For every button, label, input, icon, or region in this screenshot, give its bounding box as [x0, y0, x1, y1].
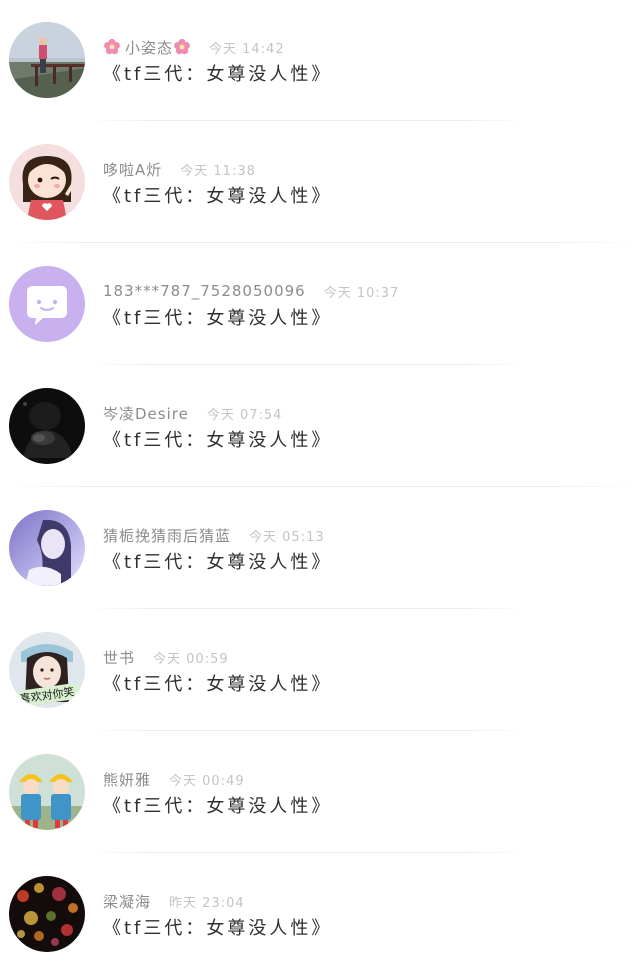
comment-text: 《tf三代：女尊没人性》	[103, 308, 333, 329]
comment-text: 《tf三代：女尊没人性》	[103, 552, 333, 573]
comment-time: 今天 14:42	[209, 41, 285, 57]
avatar[interactable]	[9, 22, 85, 98]
comment-meta: 猜栀挽猜雨后猜蓝 今天 05:13	[103, 524, 325, 546]
comment-meta: 梁凝海 昨天 23:04	[103, 890, 245, 912]
user-name[interactable]: 哆啦A炘	[103, 159, 162, 180]
divider	[0, 242, 640, 243]
comment-item[interactable]: 小姿态 今天 14:42 《tf三代：女尊没人性》	[0, 0, 640, 122]
comment-time: 昨天 23:04	[169, 895, 245, 911]
comment-time: 今天 11:38	[180, 163, 256, 179]
divider	[88, 120, 528, 121]
comment-item[interactable]: 183***787_7528050096 今天 10:37 《tf三代：女尊没人…	[0, 244, 640, 366]
avatar[interactable]	[9, 388, 85, 464]
comment-time: 今天 00:49	[169, 773, 245, 789]
comment-meta: 183***787_7528050096 今天 10:37	[103, 280, 399, 302]
avatar[interactable]	[9, 754, 85, 830]
comment-meta: 熊妍雅 今天 00:49	[103, 768, 245, 790]
divider	[88, 730, 528, 731]
divider	[88, 364, 528, 365]
user-name[interactable]: 183***787_7528050096	[103, 282, 306, 300]
comment-item[interactable]: 熊妍雅 今天 00:49 《tf三代：女尊没人性》	[0, 732, 640, 854]
divider	[0, 486, 640, 487]
user-name[interactable]: 猜栀挽猜雨后猜蓝	[103, 525, 231, 546]
avatar[interactable]	[9, 266, 85, 342]
user-name[interactable]: 世书	[103, 647, 135, 668]
comment-text: 《tf三代：女尊没人性》	[103, 674, 333, 695]
comment-text: 《tf三代：女尊没人性》	[103, 918, 333, 939]
avatar[interactable]	[9, 510, 85, 586]
comment-text: 《tf三代：女尊没人性》	[103, 64, 333, 85]
user-name[interactable]: 小姿态	[125, 37, 173, 58]
comment-list: 小姿态 今天 14:42 《tf三代：女尊没人性》 哆啦A炘 今天 11:38 …	[0, 0, 640, 977]
comment-meta: 小姿态 今天 14:42	[103, 36, 285, 58]
user-name[interactable]: 熊妍雅	[103, 769, 151, 790]
comment-text: 《tf三代：女尊没人性》	[103, 186, 333, 207]
comment-time: 今天 00:59	[153, 651, 229, 667]
avatar[interactable]	[9, 144, 85, 220]
avatar[interactable]: 喜欢对你笑	[9, 632, 85, 708]
flower-icon	[103, 38, 121, 56]
comment-time: 今天 05:13	[249, 529, 325, 545]
comment-meta: 世书 今天 00:59	[103, 646, 229, 668]
comment-time: 今天 07:54	[206, 407, 283, 423]
comment-item[interactable]: 梁凝海 昨天 23:04 《tf三代：女尊没人性》	[0, 854, 640, 976]
comment-time: 今天 10:37	[323, 285, 400, 301]
comment-text: 《tf三代：女尊没人性》	[103, 430, 333, 451]
comment-meta: 哆啦A炘 今天 11:38	[103, 158, 256, 180]
comment-item[interactable]: 喜欢对你笑 世书 今天 00:59 《tf三代：女尊没人性》	[0, 610, 640, 732]
divider	[88, 852, 528, 853]
comment-item[interactable]: 岑凌Desire 今天 07:54 《tf三代：女尊没人性》	[0, 366, 640, 488]
user-name[interactable]: 梁凝海	[103, 891, 151, 912]
flower-icon	[173, 38, 191, 56]
user-name[interactable]: 岑凌Desire	[103, 403, 189, 424]
avatar[interactable]	[9, 876, 85, 952]
comment-meta: 岑凌Desire 今天 07:54	[103, 402, 282, 424]
comment-item[interactable]: 哆啦A炘 今天 11:38 《tf三代：女尊没人性》	[0, 122, 640, 244]
comment-item[interactable]: 猜栀挽猜雨后猜蓝 今天 05:13 《tf三代：女尊没人性》	[0, 488, 640, 610]
divider	[88, 608, 528, 609]
comment-text: 《tf三代：女尊没人性》	[103, 796, 333, 817]
